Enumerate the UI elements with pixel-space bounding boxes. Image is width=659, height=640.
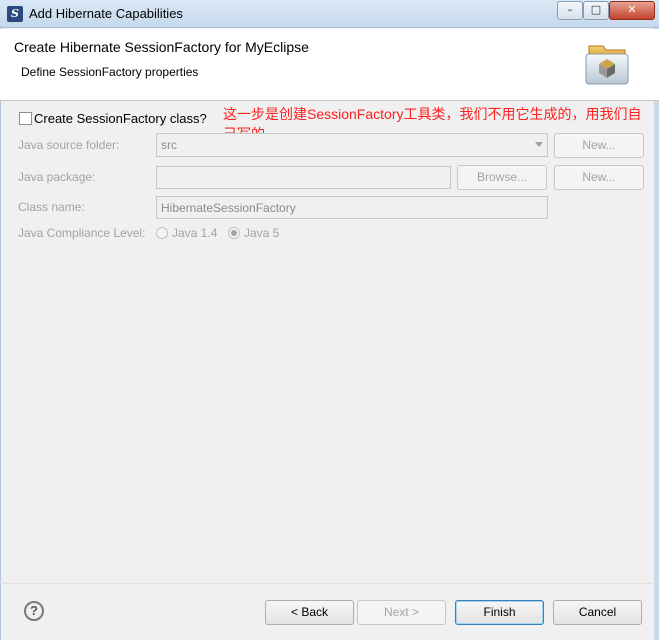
- minimize-button[interactable]: –: [557, 1, 583, 20]
- java-14-radio[interactable]: [156, 227, 168, 239]
- hibernate-banner-icon: [585, 45, 629, 85]
- cancel-button[interactable]: Cancel: [553, 600, 642, 625]
- class-name-label: Class name:: [18, 200, 85, 214]
- finish-button[interactable]: Finish: [455, 600, 544, 625]
- maximize-button[interactable]: □: [583, 1, 609, 20]
- window-frame-right: [654, 28, 659, 640]
- wizard-header: Create Hibernate SessionFactory for MyEc…: [0, 29, 659, 101]
- next-button[interactable]: Next >: [357, 600, 446, 625]
- source-folder-value: src: [161, 138, 177, 152]
- myeclipse-app-icon: S: [7, 6, 23, 22]
- java-5-radio[interactable]: [228, 227, 240, 239]
- page-subtitle: Define SessionFactory properties: [21, 65, 199, 79]
- source-folder-label: Java source folder:: [18, 138, 120, 152]
- java-14-label: Java 1.4: [172, 226, 218, 240]
- title-bar: S Add Hibernate Capabilities – □ ✕: [0, 0, 659, 28]
- create-sessionfactory-label: Create SessionFactory class?: [34, 111, 207, 126]
- create-sessionfactory-checkbox[interactable]: [19, 112, 32, 125]
- dialog-window: S Add Hibernate Capabilities – □ ✕ Creat…: [0, 0, 659, 640]
- window-frame-left: [0, 28, 1, 640]
- back-button[interactable]: < Back: [265, 600, 354, 625]
- help-icon[interactable]: ?: [24, 601, 44, 621]
- browse-package-button[interactable]: Browse...: [457, 165, 547, 190]
- window-title: Add Hibernate Capabilities: [29, 6, 183, 21]
- package-label: Java package:: [18, 170, 96, 184]
- footer-divider: [0, 583, 659, 584]
- java-5-label: Java 5: [244, 226, 280, 240]
- class-name-input[interactable]: HibernateSessionFactory: [156, 196, 548, 219]
- compliance-level-label: Java Compliance Level:: [18, 226, 146, 240]
- source-folder-combo[interactable]: src: [156, 133, 548, 157]
- new-package-button[interactable]: New...: [554, 165, 644, 190]
- package-input[interactable]: [156, 166, 451, 189]
- page-title: Create Hibernate SessionFactory for MyEc…: [14, 39, 309, 55]
- chevron-down-icon: [535, 142, 543, 147]
- new-source-folder-button[interactable]: New...: [554, 133, 644, 158]
- close-button[interactable]: ✕: [609, 1, 655, 20]
